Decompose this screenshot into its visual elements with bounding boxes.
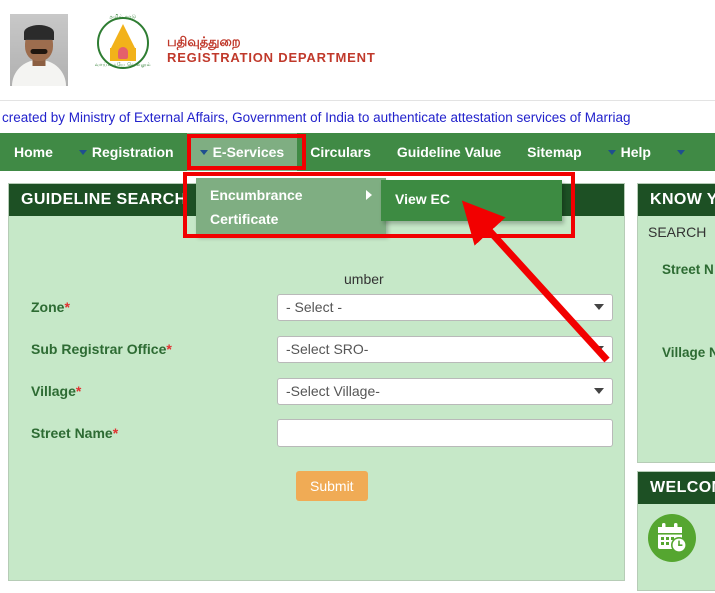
chevron-down-icon [199, 149, 208, 155]
menu-item-certificate[interactable]: Certificate [196, 207, 386, 231]
know-street-label: Street N [662, 262, 714, 277]
page-root: தமிழ் நாடு வாய்மையே வெல்லும் பதிவுத்துறை… [0, 0, 715, 593]
select-village[interactable]: -Select Village- [277, 377, 613, 405]
field-label: Sub Registrar Office* [9, 341, 277, 357]
field-label-text: Sub Registrar Office [31, 341, 167, 357]
nav-item-label: Home [14, 144, 53, 160]
chevron-down-icon [676, 149, 685, 155]
form-row: Street Name* [9, 412, 624, 454]
required-asterisk: * [166, 341, 172, 357]
know-panel-body: SEARCH Street N Village N [638, 216, 715, 368]
menu-item-encumbrance[interactable]: Encumbrance [196, 183, 386, 207]
know-your-panel: KNOW Y SEARCH Street N Village N [637, 183, 715, 463]
nav-item-home[interactable]: Home [0, 133, 66, 171]
field-value: -Select SRO- [286, 341, 369, 357]
nav-item-label: Guideline Value [396, 144, 502, 160]
eservices-dropdown-menu[interactable]: Encumbrance Certificate [196, 178, 386, 235]
know-search-label: SEARCH [648, 224, 707, 240]
welcome-panel: WELCOM [637, 471, 715, 591]
menu-item-label: View EC [395, 191, 450, 207]
welcome-panel-title: WELCOM [638, 472, 715, 504]
guideline-form: umber Zone* - Select - Sub Registrar Offic… [9, 216, 624, 581]
guideline-search-panel: GUIDELINE SEARCH umber Zone* - Select - Su… [8, 183, 625, 581]
encumbrance-submenu[interactable]: View EC [381, 180, 562, 221]
field-value: -Select Village- [286, 383, 380, 399]
field-label: Zone* [9, 299, 277, 315]
marquee-banner: created by Ministry of External Affairs,… [0, 100, 715, 133]
nav-item-label: Registration [91, 144, 174, 160]
form-row: Village* -Select Village- [9, 370, 624, 412]
chevron-down-icon [594, 304, 604, 310]
guideline-tab-label: umber [344, 271, 384, 287]
nav-item-registration[interactable]: Registration [66, 133, 187, 171]
menu-item-label: Encumbrance [210, 187, 303, 203]
chevron-down-icon [78, 149, 87, 155]
nav-item-label: Circulars [310, 144, 371, 160]
select-zone[interactable]: - Select - [277, 293, 613, 321]
form-row: Zone* - Select - [9, 286, 624, 328]
brand-tamil: பதிவுத்துறை [167, 33, 241, 49]
field-label-text: Street Name [31, 425, 113, 441]
know-panel-title: KNOW Y [638, 184, 715, 216]
welcome-panel-body [638, 504, 715, 572]
field-label-text: Village [31, 383, 76, 399]
calendar-clock-icon [648, 514, 696, 562]
brand-english: REGISTRATION DEPARTMENT [167, 50, 376, 65]
chevron-right-icon [366, 190, 372, 200]
required-asterisk: * [75, 383, 82, 399]
tamilnadu-emblem-icon: தமிழ் நாடு வாய்மையே வெல்லும் [93, 14, 153, 86]
field-label-text: Zone [31, 299, 65, 315]
emblem-bottom-text: வாய்மையே வெல்லும் [94, 62, 152, 68]
field-label: Village* [9, 383, 277, 399]
field-label: Street Name* [9, 425, 277, 441]
main-navigation: Home Registration E-Services Circulars Guide… [0, 133, 715, 171]
brand-block: பதிவுத்துறை REGISTRATION DEPARTMENT [167, 34, 376, 67]
chevron-down-icon [594, 388, 604, 394]
nav-item-overflow[interactable] [664, 133, 698, 171]
menu-item-label: Certificate [210, 211, 279, 227]
submit-button[interactable]: Submit [296, 471, 368, 501]
menu-item-view-ec[interactable]: View EC [381, 180, 562, 218]
emblem-top-text: தமிழ் நாடு [109, 14, 137, 20]
required-asterisk: * [64, 299, 70, 315]
chief-minister-photo [10, 14, 68, 86]
form-row: Sub Registrar Office* -Select SRO- [9, 328, 624, 370]
nav-item-sitemap[interactable]: Sitemap [514, 133, 594, 171]
select-sub-registrar-office[interactable]: -Select SRO- [277, 335, 613, 363]
nav-item-label: Sitemap [527, 144, 582, 160]
site-header: தமிழ் நாடு வாய்மையே வெல்லும் பதிவுத்துறை… [0, 0, 715, 100]
nav-item-label: Help [620, 144, 651, 160]
nav-item-e-services[interactable]: E-Services [186, 133, 298, 171]
chevron-down-icon [594, 346, 604, 352]
input-street-name[interactable] [277, 419, 613, 447]
chevron-down-icon [607, 149, 616, 155]
nav-item-label: E-Services [212, 144, 285, 160]
field-value: - Select - [286, 299, 343, 315]
marquee-text: created by Ministry of External Affairs,… [2, 109, 631, 125]
know-village-label: Village N [662, 345, 715, 360]
required-asterisk: * [112, 425, 119, 441]
nav-item-help[interactable]: Help [595, 133, 664, 171]
nav-item-guideline-value[interactable]: Guideline Value [384, 133, 514, 171]
nav-item-circulars[interactable]: Circulars [297, 133, 384, 171]
